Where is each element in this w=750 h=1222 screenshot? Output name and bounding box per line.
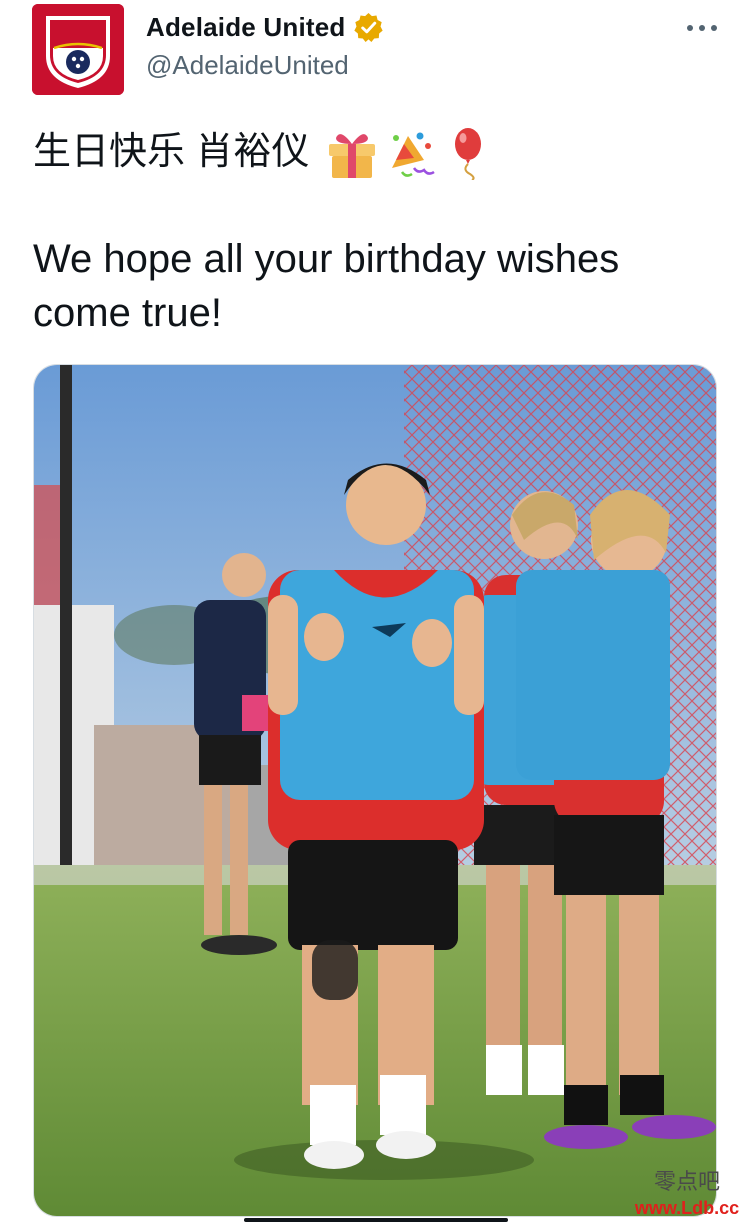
adelaide-united-crest-icon <box>32 4 124 95</box>
watermark-chinese: 零点吧 <box>653 1170 720 1195</box>
watermark: 零点吧 www.Ldb.cc <box>628 1170 746 1222</box>
verified-badge-icon <box>354 12 384 43</box>
avatar[interactable] <box>32 4 124 95</box>
author-name-row[interactable]: Adelaide United <box>146 12 384 43</box>
tweet-text-chinese: 生日快乐 肖裕仪 <box>33 131 310 173</box>
balloon-emoji-icon <box>454 128 481 180</box>
watermark-url: www.Ldb.cc <box>634 1198 740 1218</box>
gift-emoji-icon <box>328 134 375 178</box>
training-photo-illustration <box>34 365 716 1216</box>
home-indicator <box>244 1218 508 1222</box>
tweet-text-english: We hope all your birthday wishes come tr… <box>33 237 620 335</box>
tweet-text-line1: 生日快乐 肖裕仪 <box>33 122 494 182</box>
tweet-photo[interactable] <box>33 364 717 1217</box>
party-popper-emoji-icon <box>391 132 435 177</box>
author-display-name[interactable]: Adelaide United <box>146 12 345 43</box>
more-horizontal-icon[interactable] <box>684 18 720 38</box>
author-handle[interactable]: @AdelaideUnited <box>146 50 349 81</box>
